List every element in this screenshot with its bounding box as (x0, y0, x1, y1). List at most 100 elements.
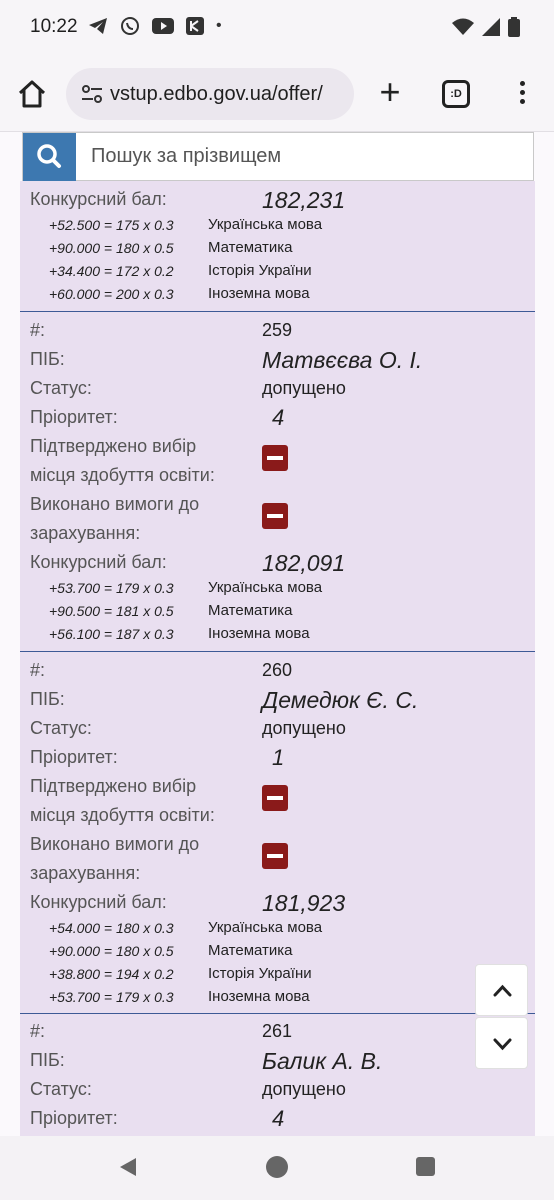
home-icon[interactable] (16, 78, 48, 110)
subject-name: Математика (208, 942, 293, 959)
scroll-up-button[interactable] (475, 964, 528, 1016)
priority-value: 1 (272, 745, 285, 770)
battery-icon (508, 17, 520, 37)
recent-apps-icon[interactable] (416, 1157, 435, 1176)
status-value: допущено (262, 378, 346, 398)
confirmed-label: місця здобуття освіти: (30, 805, 215, 825)
search-input[interactable]: Пошук за прізвищем (91, 145, 281, 168)
score-formula: +90.000 = 180 x 0.5 (49, 943, 174, 959)
score-formula: +53.700 = 179 x 0.3 (49, 989, 174, 1005)
chevron-down-icon (493, 1038, 512, 1051)
not-confirmed-icon (262, 445, 288, 471)
signal-icon (482, 18, 500, 36)
viber-icon (121, 17, 139, 35)
applicant-card: #: 261 ПІБ: Балик А. В. Статус: допущено… (20, 1013, 535, 1136)
score-value: 181,923 (262, 890, 346, 916)
kyivstar-icon (186, 17, 204, 35)
score-formula: +54.000 = 180 x 0.3 (49, 920, 174, 936)
name-value: Балик А. В. (262, 1048, 383, 1074)
status-label: Статус: (30, 718, 92, 738)
wifi-icon (452, 18, 474, 35)
score-formula: +90.500 = 181 x 0.5 (49, 603, 174, 619)
status-value: допущено (262, 718, 346, 738)
score-value: 182,091 (262, 550, 346, 576)
subject-name: Історія України (208, 965, 312, 982)
search-icon (37, 144, 61, 168)
score-formula: +53.700 = 179 x 0.3 (49, 580, 174, 596)
priority-label: Пріоритет: (30, 747, 118, 767)
score-formula: +34.400 = 172 x 0.2 (49, 263, 174, 279)
search-bar: Пошук за прізвищем (22, 132, 534, 181)
subject-name: Іноземна мова (208, 625, 310, 642)
name-value: Демедюк Є. С. (262, 687, 419, 713)
status-value: допущено (262, 1079, 346, 1099)
score-formula: +52.500 = 175 x 0.3 (49, 217, 174, 233)
applicants-list: Конкурсний бал: 182,231 +52.500 = 175 x … (20, 181, 535, 1136)
priority-value: 4 (272, 405, 285, 430)
subject-name: Українська мова (208, 579, 323, 596)
applicant-card: #: 260 ПІБ: Демедюк Є. С. Статус: допуще… (20, 651, 535, 1013)
requirements-label: зарахування: (30, 523, 141, 543)
score-label: Конкурсний бал: (30, 892, 167, 912)
more-menu-icon[interactable] (512, 78, 532, 110)
status-label: Статус: (30, 378, 92, 398)
name-label: ПІБ: (30, 1050, 65, 1070)
url-text: vstup.edbo.gov.ua/offer/ (110, 83, 323, 105)
subject-name: Математика (208, 239, 293, 256)
subject-name: Історія України (208, 262, 312, 279)
number-value: 259 (262, 320, 293, 340)
youtube-icon (152, 18, 174, 34)
confirmed-label: місця здобуття освіти: (30, 465, 215, 485)
number-value: 260 (262, 660, 293, 680)
score-label: Конкурсний бал: (30, 189, 167, 209)
dot-icon: • (216, 17, 222, 34)
score-label: Конкурсний бал: (30, 552, 167, 572)
applicant-card: Конкурсний бал: 182,231 +52.500 = 175 x … (20, 181, 535, 311)
new-tab-button[interactable]: + (374, 74, 406, 112)
home-circle-icon[interactable] (266, 1156, 288, 1178)
name-label: ПІБ: (30, 349, 65, 369)
priority-label: Пріоритет: (30, 407, 118, 427)
subject-name: Іноземна мова (208, 988, 310, 1005)
name-value: Матвєєва О. І. (262, 347, 423, 373)
site-settings-icon[interactable] (80, 83, 104, 105)
confirmed-label: Підтверджено вибір (30, 776, 197, 796)
back-icon[interactable] (118, 1156, 138, 1178)
requirements-label: зарахування: (30, 863, 141, 883)
number-label: #: (30, 1021, 46, 1041)
score-formula: +60.000 = 200 x 0.3 (49, 286, 174, 302)
address-bar[interactable]: vstup.edbo.gov.ua/offer/ (66, 68, 354, 120)
score-value: 182,231 (262, 187, 346, 213)
status-bar: 10:22 • (0, 0, 554, 56)
priority-value: 4 (272, 1106, 285, 1131)
requirements-label: Виконано вимоги до (30, 834, 200, 854)
telegram-icon (89, 18, 107, 34)
system-nav-bar (0, 1136, 554, 1200)
not-confirmed-icon (262, 785, 288, 811)
subject-name: Українська мова (208, 216, 323, 233)
search-button[interactable] (23, 133, 76, 181)
name-label: ПІБ: (30, 689, 65, 709)
applicant-card: #: 259 ПІБ: Матвєєва О. І. Статус: допущ… (20, 311, 535, 651)
score-formula: +56.100 = 187 x 0.3 (49, 626, 174, 642)
subject-name: Математика (208, 602, 293, 619)
status-label: Статус: (30, 1079, 92, 1099)
browser-toolbar: vstup.edbo.gov.ua/offer/ + :D (0, 56, 554, 132)
requirements-label: Виконано вимоги до (30, 494, 200, 514)
confirmed-label: Підтверджено вибір (30, 436, 197, 456)
priority-label: Пріоритет: (30, 1108, 118, 1128)
number-label: #: (30, 320, 46, 340)
number-label: #: (30, 660, 46, 680)
score-formula: +38.800 = 194 x 0.2 (49, 966, 174, 982)
status-time: 10:22 (30, 16, 78, 37)
chevron-up-icon (493, 984, 512, 997)
number-value: 261 (262, 1021, 293, 1041)
notification-icons: • (88, 16, 222, 36)
score-formula: +90.000 = 180 x 0.5 (49, 240, 174, 256)
scroll-down-button[interactable] (475, 1017, 528, 1069)
not-fulfilled-icon (262, 503, 288, 529)
not-fulfilled-icon (262, 843, 288, 869)
subject-name: Іноземна мова (208, 285, 310, 302)
subject-name: Українська мова (208, 919, 323, 936)
tab-switcher-button[interactable]: :D (442, 80, 470, 108)
